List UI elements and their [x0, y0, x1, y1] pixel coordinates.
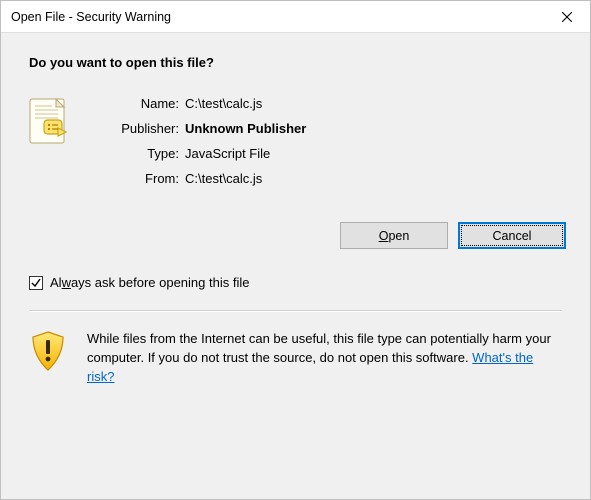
check-icon [31, 278, 41, 288]
close-icon [562, 12, 572, 22]
dialog-content: Do you want to open this file? [1, 33, 590, 499]
shield-icon [29, 330, 69, 375]
file-details-grid: Name: C:\test\calc.js Publisher: Unknown… [79, 96, 306, 186]
type-label: Type: [79, 146, 179, 161]
name-value: C:\test\calc.js [185, 96, 306, 111]
chk-label-suffix: ays ask before opening this file [71, 275, 250, 290]
always-ask-label: Always ask before opening this file [50, 275, 249, 290]
chk-label-prefix: Al [50, 275, 62, 290]
publisher-value: Unknown Publisher [185, 121, 306, 136]
open-button-accel: O [379, 229, 389, 243]
cancel-button[interactable]: Cancel [458, 222, 566, 249]
open-button[interactable]: Open [340, 222, 448, 249]
publisher-label: Publisher: [79, 121, 179, 136]
name-label: Name: [79, 96, 179, 111]
window-title: Open File - Security Warning [11, 10, 171, 24]
warning-text: While files from the Internet can be use… [87, 330, 562, 387]
type-value: JavaScript File [185, 146, 306, 161]
always-ask-row[interactable]: Always ask before opening this file [29, 275, 562, 290]
file-icon [29, 96, 79, 186]
always-ask-checkbox[interactable] [29, 276, 43, 290]
button-row: Open Cancel [29, 222, 566, 249]
from-value: C:\test\calc.js [185, 171, 306, 186]
warning-section: While files from the Internet can be use… [29, 312, 562, 409]
question-text: Do you want to open this file? [29, 55, 562, 70]
titlebar: Open File - Security Warning [1, 1, 590, 33]
info-section: Name: C:\test\calc.js Publisher: Unknown… [29, 96, 562, 186]
open-button-suffix: pen [388, 229, 409, 243]
chk-label-accel: w [62, 275, 71, 290]
from-label: From: [79, 171, 179, 186]
close-button[interactable] [544, 1, 590, 33]
